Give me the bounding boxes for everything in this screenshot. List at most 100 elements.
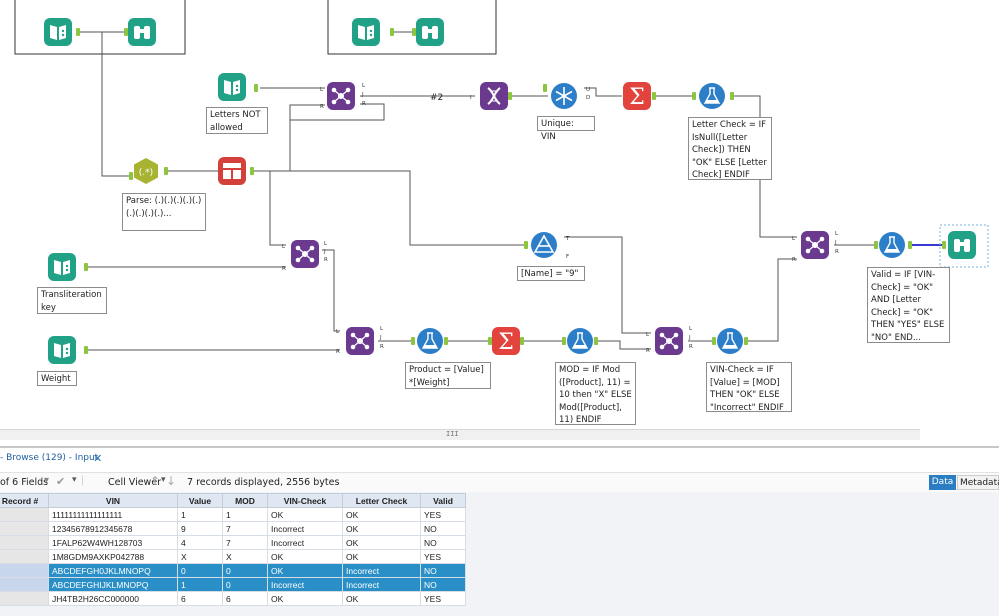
- table-row[interactable]: 12345678912345678 9 7 Incorrect OK NO: [0, 521, 466, 536]
- column-header[interactable]: MOD: [222, 493, 268, 508]
- join-tool[interactable]: [327, 82, 355, 110]
- record-number-cell[interactable]: [0, 577, 49, 592]
- table-cell[interactable]: OK: [267, 507, 343, 522]
- table-cell[interactable]: JH4TB2H26CC000000: [48, 591, 178, 606]
- table-cell[interactable]: 6: [222, 591, 268, 606]
- table-row[interactable]: ABCDEFGHIJKLMNOPQ 1 0 Incorrect Incorrect NO: [0, 577, 466, 592]
- arrow-up-icon[interactable]: ↑: [150, 474, 160, 488]
- formula-tool[interactable]: [416, 327, 444, 355]
- column-header[interactable]: VIN-Check: [267, 493, 343, 508]
- regex-tool[interactable]: (.*): [132, 157, 160, 185]
- record-number-cell[interactable]: [0, 563, 49, 578]
- table-cell[interactable]: X: [177, 549, 223, 564]
- table-cell[interactable]: ABCDEFGH0JKLMNOPQ: [48, 563, 178, 578]
- table-cell[interactable]: YES: [420, 507, 466, 522]
- table-cell[interactable]: NO: [420, 535, 466, 550]
- table-cell[interactable]: 1M8GDM9AXKP042788: [48, 549, 178, 564]
- record-number-cell[interactable]: [0, 521, 49, 536]
- table-cell[interactable]: 12345678912345678: [48, 521, 178, 536]
- column-header[interactable]: VIN: [48, 493, 178, 508]
- table-cell[interactable]: 1: [177, 507, 223, 522]
- table-cell[interactable]: YES: [420, 549, 466, 564]
- input-data-tool[interactable]: [44, 18, 72, 46]
- tab-data[interactable]: Data: [929, 475, 956, 490]
- column-header[interactable]: Value: [177, 493, 223, 508]
- fields-selector[interactable]: of 6 Fields: [0, 477, 48, 488]
- record-number-cell[interactable]: [0, 535, 49, 550]
- table-cell[interactable]: Incorrect: [342, 577, 421, 592]
- formula-tool[interactable]: [716, 327, 744, 355]
- arrow-down-icon[interactable]: ↓: [166, 474, 176, 488]
- summarize-tool[interactable]: Σ: [492, 327, 520, 355]
- input-data-tool[interactable]: [352, 18, 380, 46]
- table-cell[interactable]: NO: [420, 563, 466, 578]
- table-cell[interactable]: 0: [177, 563, 223, 578]
- table-cell[interactable]: Incorrect: [267, 577, 343, 592]
- record-number-cell[interactable]: [0, 591, 49, 606]
- input-data-tool[interactable]: [218, 73, 246, 101]
- table-cell[interactable]: 6: [177, 591, 223, 606]
- formula-tool[interactable]: [566, 327, 594, 355]
- table-cell[interactable]: 9: [177, 521, 223, 536]
- table-cell[interactable]: ABCDEFGHIJKLMNOPQ: [48, 577, 178, 592]
- join-tool[interactable]: [801, 231, 829, 259]
- browse-tool[interactable]: [416, 18, 444, 46]
- join-tool[interactable]: [346, 327, 374, 355]
- formula-tool[interactable]: [698, 82, 726, 110]
- tab-metadata[interactable]: Metadata: [957, 475, 999, 490]
- column-header[interactable]: Valid: [420, 493, 466, 508]
- chevron-down-icon[interactable]: ▾: [44, 475, 49, 486]
- chevron-down-icon[interactable]: ▾: [161, 475, 166, 485]
- table-cell[interactable]: X: [222, 549, 268, 564]
- record-number-cell[interactable]: [0, 507, 49, 522]
- table-cell[interactable]: OK: [267, 591, 343, 606]
- table-cell[interactable]: OK: [267, 563, 343, 578]
- unique-tool[interactable]: [550, 82, 578, 110]
- table-row[interactable]: 11111111111111111 1 1 OK OK YES: [0, 507, 466, 522]
- table-cell[interactable]: Incorrect: [342, 563, 421, 578]
- table-cell[interactable]: 1: [177, 577, 223, 592]
- column-header[interactable]: Letter Check: [342, 493, 421, 508]
- table-cell[interactable]: OK: [267, 549, 343, 564]
- table-cell[interactable]: 1FALP62W4WH128703: [48, 535, 178, 550]
- summarize-tool[interactable]: Σ: [623, 82, 651, 110]
- table-cell[interactable]: OK: [342, 521, 421, 536]
- table-cell[interactable]: 0: [222, 577, 268, 592]
- formula-tool[interactable]: [878, 231, 906, 259]
- chevron-down-icon[interactable]: ▾: [72, 475, 77, 485]
- close-icon[interactable]: ✕: [93, 452, 102, 465]
- table-cell[interactable]: 7: [222, 535, 268, 550]
- join-tool[interactable]: [655, 327, 683, 355]
- table-cell[interactable]: OK: [342, 507, 421, 522]
- transpose-tool[interactable]: [480, 82, 508, 110]
- canvas-horizontal-scrollbar[interactable]: III: [0, 429, 920, 440]
- table-cell[interactable]: OK: [342, 591, 421, 606]
- browse-tool[interactable]: [128, 18, 156, 46]
- table-cell[interactable]: 7: [222, 521, 268, 536]
- table-cell[interactable]: NO: [420, 577, 466, 592]
- table-cell[interactable]: OK: [342, 549, 421, 564]
- table-row[interactable]: JH4TB2H26CC000000 6 6 OK OK YES: [0, 591, 466, 606]
- filter-tool[interactable]: [530, 231, 558, 259]
- input-data-tool[interactable]: [48, 336, 76, 364]
- results-table[interactable]: Record # VIN Value MOD VIN-Check Letter Check…: [0, 493, 466, 606]
- table-cell[interactable]: 4: [177, 535, 223, 550]
- table-cell[interactable]: 11111111111111111: [48, 507, 178, 522]
- table-row[interactable]: ABCDEFGH0JKLMNOPQ 0 0 OK Incorrect NO: [0, 563, 466, 578]
- table-row[interactable]: 1M8GDM9AXKP042788 X X OK OK YES: [0, 549, 466, 564]
- text-to-columns-tool[interactable]: [218, 157, 246, 185]
- scroll-grip[interactable]: III: [446, 430, 459, 438]
- column-header[interactable]: Record #: [0, 493, 49, 508]
- browse-tool[interactable]: [948, 231, 976, 259]
- record-number-cell[interactable]: [0, 549, 49, 564]
- table-row[interactable]: 1FALP62W4WH128703 4 7 Incorrect OK NO: [0, 535, 466, 550]
- join-tool[interactable]: [291, 240, 319, 268]
- checkmark-icon[interactable]: ✔: [56, 475, 65, 488]
- table-cell[interactable]: NO: [420, 521, 466, 536]
- table-cell[interactable]: YES: [420, 591, 466, 606]
- table-cell[interactable]: Incorrect: [267, 535, 343, 550]
- table-cell[interactable]: OK: [342, 535, 421, 550]
- input-data-tool[interactable]: [48, 253, 76, 281]
- workflow-canvas[interactable]: LR LJR LR LJR LR LJR LR LJR LR LJR TF UD…: [0, 0, 999, 440]
- table-cell[interactable]: 1: [222, 507, 268, 522]
